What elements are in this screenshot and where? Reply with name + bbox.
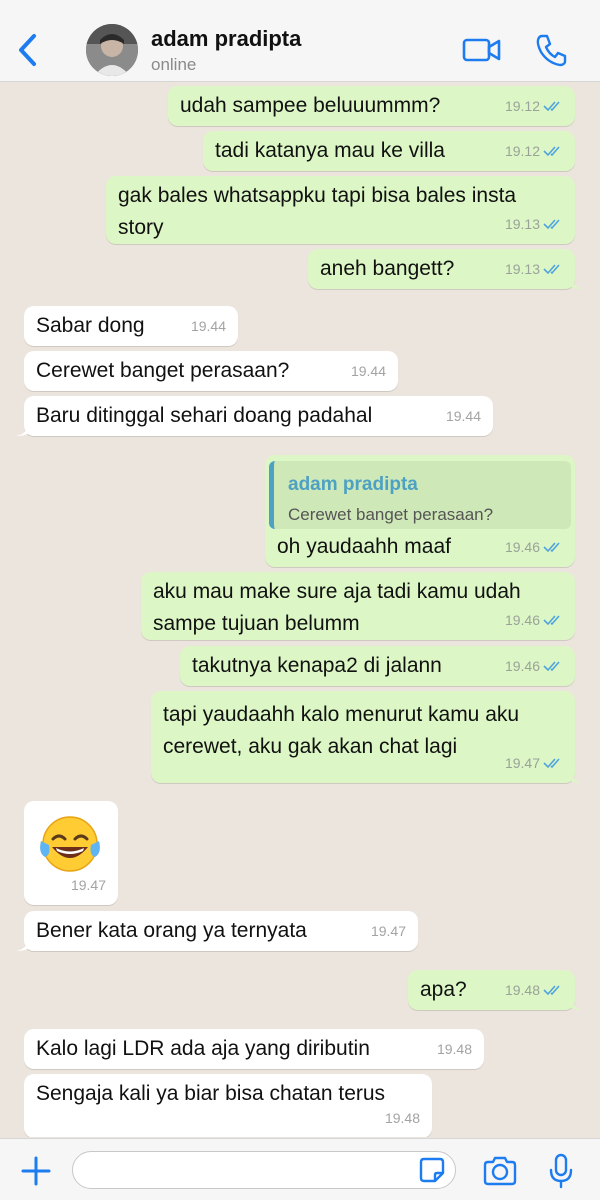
- message-composer: [0, 1138, 600, 1200]
- quoted-text: Cerewet banget perasaan?: [288, 505, 494, 524]
- message-text: oh yaudaahh maaf: [277, 535, 451, 558]
- message-bubble-outgoing[interactable]: aneh bangett? 19.13: [308, 249, 583, 289]
- quoted-message[interactable]: adam pradipta Cerewet banget perasaan?: [269, 461, 571, 529]
- contact-name[interactable]: adam pradipta: [151, 26, 301, 52]
- avatar[interactable]: [86, 24, 138, 76]
- message-text: Kalo lagi LDR ada aja yang diributin: [36, 1037, 370, 1060]
- message-time: 19.48: [384, 1110, 420, 1126]
- message-meta: 19.44: [191, 310, 226, 342]
- bubble-tail: [569, 994, 583, 1010]
- message-text: Baru ditinggal sehari doang padahal: [36, 404, 373, 427]
- contact-status: online: [151, 55, 197, 74]
- message-text: Bener kata orang ya ternyata: [36, 919, 307, 942]
- double-check-icon: [543, 615, 560, 626]
- message-input[interactable]: [72, 1151, 456, 1189]
- bubble-tail: [569, 273, 583, 289]
- message-text: tadi katanya mau ke villa: [215, 139, 445, 162]
- message-meta: 19.48: [385, 1102, 420, 1134]
- message-text: Sabar dong: [36, 314, 145, 337]
- sticker-icon[interactable]: [418, 1156, 446, 1184]
- video-camera-icon[interactable]: [462, 34, 502, 66]
- message-bubble-incoming[interactable]: Kalo lagi LDR ada aja yang diributin 19.…: [24, 1029, 484, 1069]
- face-with-tears-of-joy-emoji: [40, 816, 100, 872]
- double-check-icon: [543, 264, 560, 275]
- chat-header: adam pradipta online: [0, 0, 600, 82]
- avatar-photo: [86, 24, 138, 76]
- message-meta: 19.47: [371, 915, 406, 947]
- message-time: 19.44: [445, 408, 481, 424]
- camera-icon[interactable]: [482, 1156, 518, 1186]
- double-check-icon: [543, 219, 560, 230]
- message-time: 19.47: [70, 877, 106, 893]
- bubble-tail: [569, 767, 583, 783]
- microphone-icon[interactable]: [548, 1153, 574, 1189]
- message-time: 19.48: [504, 982, 540, 998]
- message-bubble-incoming[interactable]: Sabar dong 19.44: [24, 306, 238, 346]
- message-list[interactable]: udah sampee beluuummm? 19.12 tadi katany…: [0, 83, 600, 1137]
- message-meta: 19.46: [505, 604, 563, 636]
- message-time: 19.46: [504, 612, 540, 628]
- plus-icon[interactable]: [20, 1155, 52, 1187]
- message-meta: 19.48: [437, 1033, 472, 1065]
- message-time: 19.12: [504, 98, 540, 114]
- message-meta: 19.47: [71, 869, 106, 901]
- message-time: 19.12: [504, 143, 540, 159]
- message-meta: 19.46: [505, 531, 563, 563]
- double-check-icon: [543, 661, 560, 672]
- double-check-icon: [543, 542, 560, 553]
- double-check-icon: [543, 985, 560, 996]
- message-bubble-outgoing[interactable]: apa? 19.48: [408, 970, 583, 1010]
- message-time: 19.44: [190, 318, 226, 334]
- message-time: 19.46: [504, 539, 540, 555]
- message-meta: 19.44: [351, 355, 386, 387]
- message-bubble-incoming[interactable]: Bener kata orang ya ternyata 19.47: [16, 911, 418, 951]
- message-meta: 19.46: [505, 650, 563, 682]
- message-meta: 19.44: [446, 400, 481, 432]
- message-text: gak bales whatsappku tapi bisa bales ins…: [118, 184, 517, 239]
- message-bubble-incoming[interactable]: Sengaja kali ya biar bisa chatan terus 1…: [24, 1074, 432, 1137]
- message-time: 19.48: [436, 1041, 472, 1057]
- message-text: aku mau make sure aja tadi kamu udah sam…: [153, 580, 521, 635]
- double-check-icon: [543, 758, 560, 769]
- message-bubble-outgoing[interactable]: tapi yaudaahh kalo menurut kamu aku cere…: [151, 691, 583, 783]
- phone-icon[interactable]: [534, 32, 568, 68]
- double-check-icon: [543, 146, 560, 157]
- message-bubble-outgoing-reply[interactable]: adam pradipta Cerewet banget perasaan? o…: [265, 455, 575, 567]
- message-bubble-incoming[interactable]: Cerewet banget perasaan? 19.44: [24, 351, 398, 391]
- message-meta: 19.13: [505, 253, 563, 285]
- message-text: apa?: [420, 978, 467, 1001]
- message-time: 19.47: [370, 923, 406, 939]
- message-bubble-outgoing[interactable]: aku mau make sure aja tadi kamu udah sam…: [141, 572, 575, 640]
- message-meta: 19.12: [505, 135, 563, 167]
- message-meta: 19.48: [505, 974, 563, 1006]
- message-time: 19.13: [504, 216, 540, 232]
- message-bubble-outgoing[interactable]: udah sampee beluuummm? 19.12: [168, 86, 575, 126]
- quoted-author: adam pradipta: [288, 474, 418, 495]
- message-meta: 19.13: [505, 208, 563, 240]
- message-bubble-outgoing[interactable]: gak bales whatsappku tapi bisa bales ins…: [106, 176, 575, 244]
- message-text: tapi yaudaahh kalo menurut kamu aku cere…: [163, 703, 520, 758]
- message-bubble-incoming-emoji[interactable]: 19.47: [24, 801, 118, 905]
- message-time: 19.13: [504, 261, 540, 277]
- message-time: 19.47: [504, 755, 540, 771]
- bubble-tail: [16, 420, 30, 436]
- bubble-tail: [16, 935, 30, 951]
- message-meta: 19.47: [505, 747, 563, 779]
- message-bubble-outgoing[interactable]: takutnya kenapa2 di jalann 19.46: [180, 646, 575, 686]
- message-bubble-incoming[interactable]: Baru ditinggal sehari doang padahal 19.4…: [16, 396, 493, 436]
- message-text: Cerewet banget perasaan?: [36, 359, 290, 382]
- message-text: aneh bangett?: [320, 257, 455, 280]
- message-time: 19.44: [350, 363, 386, 379]
- message-time: 19.46: [504, 658, 540, 674]
- chevron-left-icon[interactable]: [14, 30, 44, 70]
- message-text: takutnya kenapa2 di jalann: [192, 654, 442, 677]
- message-text: Sengaja kali ya biar bisa chatan terus: [36, 1082, 386, 1105]
- message-bubble-outgoing[interactable]: tadi katanya mau ke villa 19.12: [203, 131, 575, 171]
- message-meta: 19.12: [505, 90, 563, 122]
- message-text: udah sampee beluuummm?: [180, 94, 441, 117]
- double-check-icon: [543, 101, 560, 112]
